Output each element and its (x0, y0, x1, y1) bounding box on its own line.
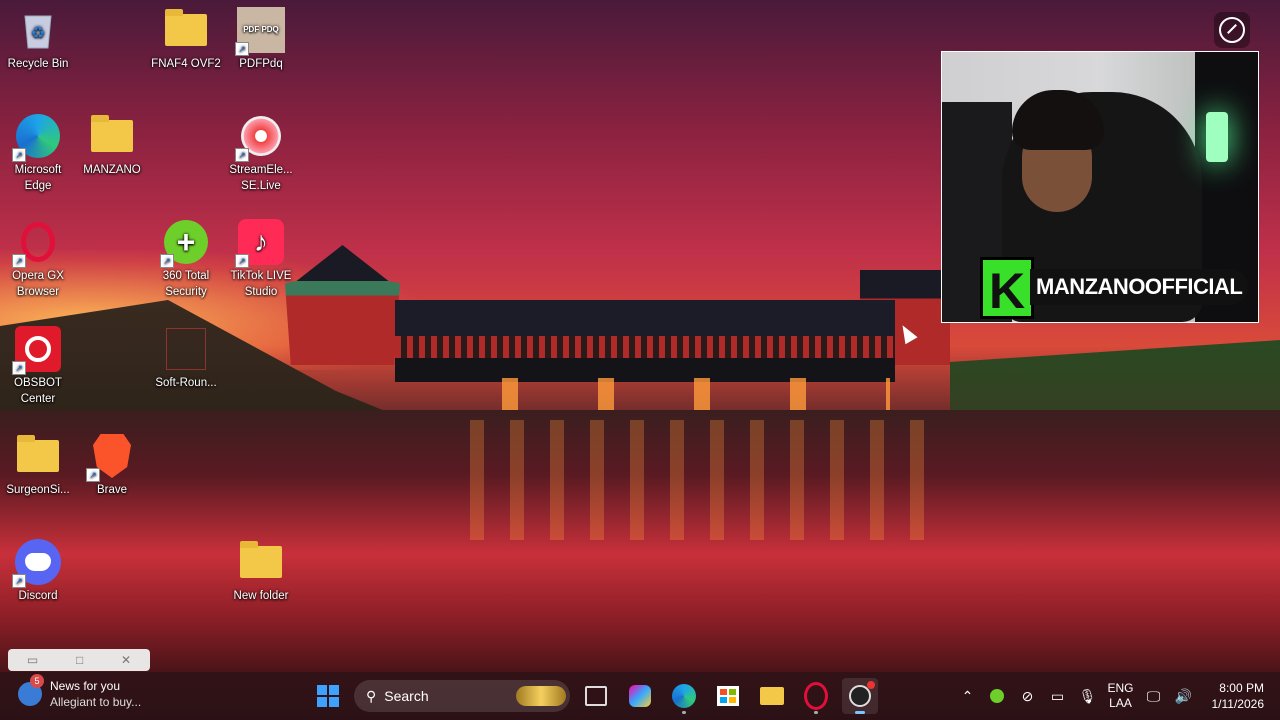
desktop-icon-manzano[interactable]: MANZANO (74, 112, 150, 178)
monitor-icon[interactable]: 🖵 (1144, 686, 1164, 706)
wallpaper-bridge-lights (470, 378, 890, 410)
desktop-icon-pdfpdq[interactable]: PDF PDQ ↗ PDFPdq (223, 6, 299, 72)
news-widget[interactable]: 5 News for you Allegiant to buy... (18, 674, 142, 710)
restore-icon[interactable]: ▭ (27, 653, 38, 667)
brand-name: MANZANOOFFICIAL (1030, 269, 1249, 305)
desktop-icon-streamelements[interactable]: ↗ StreamEle... SE.Live (223, 112, 299, 194)
copilot-icon (629, 685, 651, 707)
shortcut-arrow-icon: ↗ (86, 468, 100, 482)
shortcut-arrow-icon: ↗ (12, 574, 26, 588)
streamelements-icon: ↗ (235, 112, 285, 162)
desktop-icon-discord[interactable]: ↗ Discord (0, 538, 76, 604)
taskbar-obs[interactable] (842, 678, 878, 714)
clock-date: 1/11/2026 (1211, 697, 1265, 711)
shortcut-arrow-icon: ↗ (235, 254, 249, 268)
folder-icon (88, 112, 136, 160)
tiktok-live-icon: ♪ ↗ (235, 218, 285, 268)
brand-k-logo: K (980, 257, 1034, 319)
folder-icon (237, 538, 285, 586)
close-icon[interactable]: ✕ (121, 653, 131, 667)
desktop-icon-opera-gx[interactable]: ↗ Opera GX Browser (0, 218, 76, 300)
edge-icon (672, 684, 696, 708)
taskbar-edge[interactable] (666, 678, 702, 714)
taskbar: 5 News for you Allegiant to buy... ⚲ Sea… (0, 672, 1280, 720)
wallpaper-bridge-body (395, 336, 895, 358)
file-icon (162, 325, 210, 373)
desktop-icon-surgeon[interactable]: SurgeonSi... (0, 432, 76, 498)
news-title: News for you (50, 679, 121, 693)
taskbar-search[interactable]: ⚲ Search (354, 680, 570, 712)
wallpaper-bridge-roof (395, 300, 895, 336)
network-off-icon[interactable]: ⊘ (1017, 686, 1037, 706)
folder-icon (14, 432, 62, 480)
no-entry-icon (1219, 17, 1245, 43)
shortcut-arrow-icon: ↗ (12, 254, 26, 268)
desktop-icon-new-folder[interactable]: New folder (223, 538, 299, 604)
taskbar-file-explorer[interactable] (754, 678, 790, 714)
mini-window-controls[interactable]: ▭ □ ✕ (8, 649, 150, 671)
start-button[interactable] (310, 678, 346, 714)
search-icon: ⚲ (366, 687, 377, 704)
opera-icon (804, 682, 828, 710)
corner-overlay-button[interactable] (1214, 12, 1250, 48)
microphone-icon[interactable]: 🎙 (1077, 686, 1097, 706)
news-badge: 5 (30, 674, 44, 688)
input-language[interactable]: ENG LAA (1107, 681, 1133, 711)
wallpaper-reflection (470, 420, 930, 540)
streamer-brand-logo: K MANZANOOFFICIAL (980, 257, 1249, 321)
desktop-icon-tiktok[interactable]: ♪ ↗ TikTok LIVE Studio (223, 218, 299, 300)
search-highlight-graphic (516, 686, 566, 706)
edge-browser-icon: ↗ (12, 112, 62, 162)
pdf-file-icon: PDF PDQ ↗ (235, 6, 285, 56)
brave-lion-icon: ↗ (86, 432, 136, 482)
taskbar-apps: ⚲ Search (310, 678, 878, 714)
recycle-bin-icon: ♻ (14, 6, 62, 54)
volume-icon[interactable]: 🔊 (1174, 686, 1194, 706)
task-view-button[interactable] (578, 678, 614, 714)
shortcut-arrow-icon: ↗ (12, 361, 26, 375)
360-security-icon: + ↗ (160, 218, 210, 268)
folder-icon (162, 6, 210, 54)
opera-gx-icon: ↗ (12, 218, 62, 268)
clock-time: 8:00 PM (1219, 681, 1264, 695)
desktop-icon-soft-round[interactable]: Soft-Roun... (148, 325, 224, 391)
file-explorer-icon (760, 687, 784, 705)
maximize-icon[interactable]: □ (76, 653, 83, 667)
obsbot-icon: ↗ (12, 325, 62, 375)
system-tray: ⌃ ⊘ ▭ 🎙 ENG LAA 🖵 🔊 8:00 PM 1/11/2026 (957, 672, 1280, 720)
shortcut-arrow-icon: ↗ (235, 148, 249, 162)
360-tray-icon[interactable] (987, 686, 1007, 706)
desktop-icon-360[interactable]: + ↗ 360 Total Security (148, 218, 224, 300)
obs-icon (849, 681, 875, 707)
clock[interactable]: 8:00 PM 1/11/2026 (1204, 680, 1265, 712)
svg-text:♻: ♻ (31, 25, 45, 42)
show-hidden-icons-chevron-up-icon[interactable]: ⌃ (957, 686, 977, 706)
desktop-icon-recycle-bin[interactable]: ♻ Recycle Bin (0, 6, 76, 72)
shortcut-arrow-icon: ↗ (160, 254, 174, 268)
shortcut-arrow-icon: ↗ (12, 148, 26, 162)
store-icon (717, 686, 739, 706)
desktop-icon-brave[interactable]: ↗ Brave (74, 432, 150, 498)
news-icon: 5 (18, 674, 44, 706)
desktop-icon-obsbot[interactable]: ↗ OBSBOT Center (0, 325, 76, 407)
desktop-icon-fnaf4[interactable]: FNAF4 OVF2 (148, 6, 224, 72)
copilot-button[interactable] (622, 678, 658, 714)
news-headline: Allegiant to buy... (50, 695, 142, 709)
search-label: Search (384, 688, 429, 704)
task-view-icon (585, 686, 607, 706)
cast-icon[interactable]: ▭ (1047, 686, 1067, 706)
windows-logo-icon (317, 685, 339, 707)
shortcut-arrow-icon: ↗ (235, 42, 249, 56)
green-lamp (1206, 112, 1228, 162)
discord-icon: ↗ (12, 538, 62, 588)
taskbar-store[interactable] (710, 678, 746, 714)
desktop-icon-edge[interactable]: ↗ Microsoft Edge (0, 112, 76, 194)
taskbar-opera[interactable] (798, 678, 834, 714)
